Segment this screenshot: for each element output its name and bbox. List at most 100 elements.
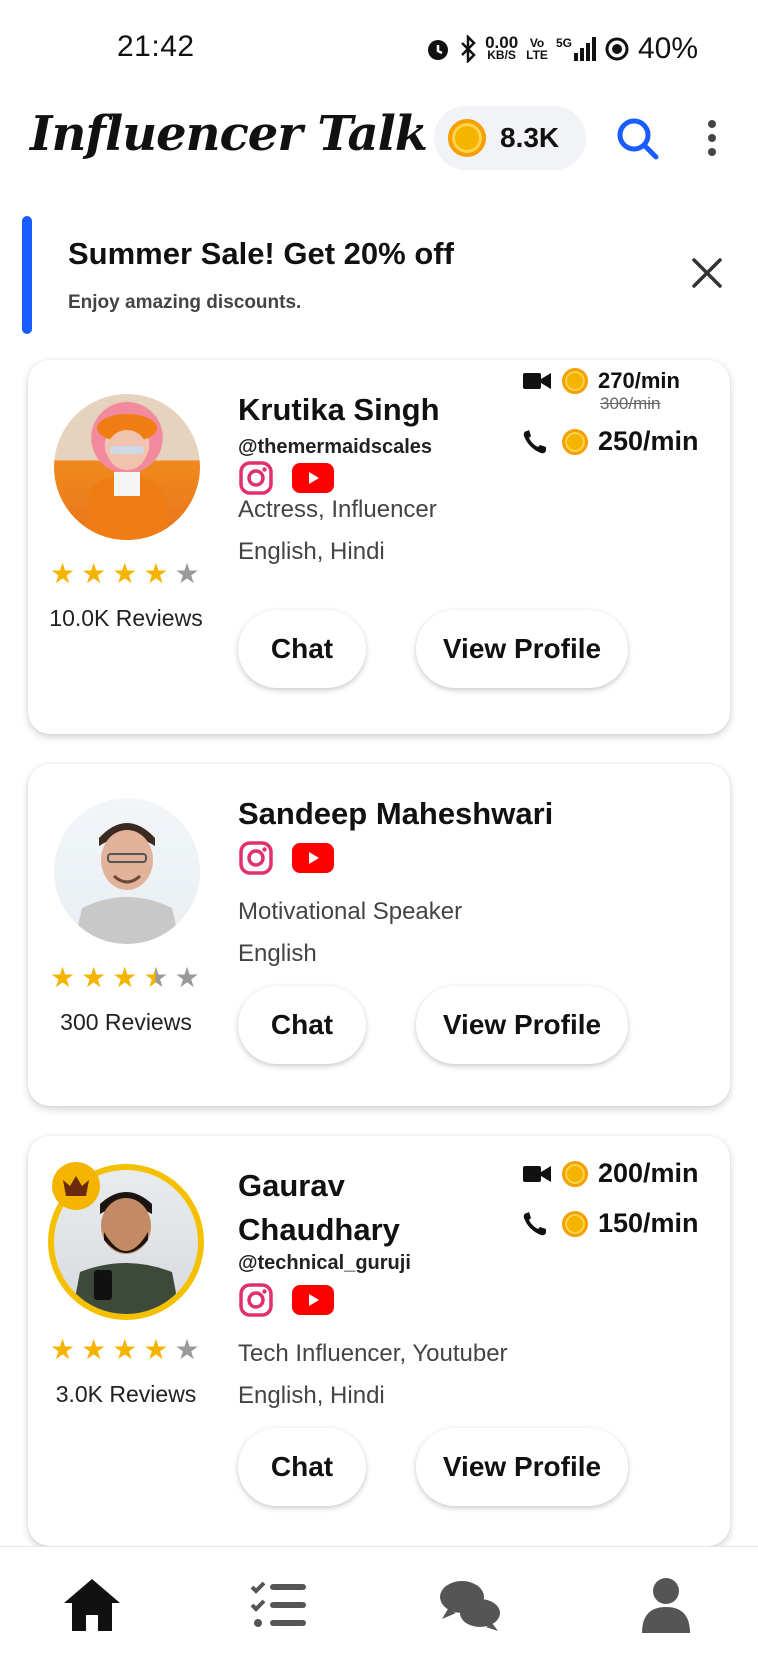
video-rate-old: 300/min [600, 394, 661, 413]
chat-button[interactable]: Chat [238, 1428, 366, 1506]
video-camera-icon [523, 1165, 551, 1182]
battery-level: 40% [637, 32, 698, 65]
instagram-icon[interactable] [238, 460, 274, 496]
influencer-languages: English [238, 940, 317, 967]
volte-indicator: Vo LTE [526, 36, 548, 62]
influencer-handle: @themermaidscales [238, 436, 433, 458]
alarm-icon [428, 40, 449, 60]
coin-balance-value: 8.3K [500, 122, 560, 153]
view-profile-button[interactable]: View Profile [416, 610, 628, 688]
review-count: 3.0K Reviews [55, 1381, 197, 1407]
star-filled-icon: ★ [50, 962, 76, 993]
coin-icon [562, 1210, 588, 1237]
influencer-name-line1: Gaurav [238, 1168, 345, 1203]
star-filled-icon: ★ [112, 558, 138, 589]
bluetooth-icon [461, 35, 476, 63]
bottom-navigation [0, 1546, 758, 1666]
call-rate-value: 250/min [598, 426, 699, 456]
chat-button[interactable]: Chat [238, 610, 366, 688]
video-rate-value: 270/min [598, 368, 680, 393]
phone-icon [523, 1211, 546, 1235]
app-header: Influencer Talk 8.3K [0, 100, 758, 200]
influencer-languages: English, Hindi [238, 538, 385, 565]
star-empty-icon: ★ [174, 558, 200, 589]
social-links [238, 1282, 334, 1318]
influencer-name: Sandeep Maheshwari [238, 796, 554, 831]
youtube-icon[interactable] [292, 463, 334, 493]
avatar [54, 394, 200, 540]
promo-banner[interactable]: Summer Sale! Get 20% off Enjoy amazing d… [22, 216, 732, 334]
rating-stars: ★ ★ ★ ★ ★ [50, 1336, 200, 1364]
banner-title: Summer Sale! Get 20% off [68, 236, 454, 271]
chats-icon[interactable] [438, 1575, 502, 1635]
review-count: 300 Reviews [60, 1009, 192, 1035]
avatar [54, 798, 200, 944]
crown-badge [52, 1162, 100, 1210]
banner-subtitle: Enjoy amazing discounts. [68, 292, 302, 313]
coin-icon [562, 1160, 588, 1187]
coin-balance[interactable]: 8.3K [434, 106, 586, 170]
view-profile-button[interactable]: View Profile [416, 986, 628, 1064]
influencer-name: Krutika Singh [238, 392, 440, 427]
voice-call-rate: 150/min [522, 1208, 699, 1239]
video-camera-icon [523, 373, 551, 389]
influencer-name-line2: Chaudhary [238, 1212, 400, 1247]
tasks-icon[interactable] [248, 1575, 312, 1635]
chat-button[interactable]: Chat [238, 986, 366, 1064]
star-filled-icon: ★ [50, 1334, 76, 1365]
status-time: 21:42 [117, 30, 195, 63]
star-filled-icon: ★ [50, 558, 76, 589]
coin-icon [562, 428, 588, 455]
star-filled-icon: ★ [81, 1334, 107, 1365]
crown-icon [63, 1176, 89, 1196]
influencer-card[interactable]: ★ ★ ★ ★ ★ 3.0K Reviews Gaurav Chaudhary … [28, 1136, 730, 1546]
net-speed: 0.00 KB/S [485, 33, 519, 62]
video-call-rate: 200/min [522, 1158, 699, 1189]
review-count: 10.0K Reviews [49, 605, 203, 631]
star-half-icon: ★ [143, 962, 169, 993]
avatar-illustration [74, 823, 180, 944]
rating-stars: ★ ★ ★ ★ ★ [50, 964, 200, 992]
star-filled-icon: ★ [143, 558, 169, 589]
star-empty-icon: ★ [174, 1334, 200, 1365]
influencer-card[interactable]: ★ ★ ★ ★ ★ 10.0K Reviews Krutika Singh @t… [28, 360, 730, 734]
star-filled-icon: ★ [143, 1334, 169, 1365]
instagram-icon[interactable] [238, 840, 274, 876]
rating-stars: ★ ★ ★ ★ ★ [50, 560, 200, 588]
youtube-icon[interactable] [292, 843, 334, 873]
home-icon[interactable] [60, 1575, 124, 1635]
voice-call-rate: 250/min [522, 426, 699, 457]
status-icons: 0.00 KB/S Vo LTE 5G 40% [425, 32, 698, 66]
influencer-card[interactable]: ★ ★ ★ ★ ★ 300 Reviews Sandeep Maheshwari… [28, 764, 730, 1106]
influencer-handle: @technical_guruji [238, 1252, 411, 1274]
video-call-rate: 270/min [522, 368, 680, 394]
instagram-icon[interactable] [238, 1282, 274, 1318]
influencer-categories: Actress, Influencer [238, 496, 437, 523]
star-filled-icon: ★ [112, 962, 138, 993]
signal-indicator: 5G [556, 37, 596, 61]
close-icon[interactable] [690, 256, 724, 290]
star-filled-icon: ★ [81, 962, 107, 993]
view-profile-button[interactable]: View Profile [416, 1428, 628, 1506]
video-rate-value: 200/min [598, 1158, 699, 1188]
star-filled-icon: ★ [112, 1334, 138, 1365]
status-bar: 21:42 0.00 KB/S Vo LTE 5G 40% [0, 0, 758, 100]
influencer-languages: English, Hindi [238, 1382, 385, 1409]
call-rate-value: 150/min [598, 1208, 699, 1238]
star-empty-icon: ★ [174, 962, 200, 993]
banner-accent-bar [22, 216, 32, 334]
avatar-illustration [84, 414, 170, 540]
battery-ring-icon [605, 37, 629, 61]
search-icon[interactable] [615, 116, 659, 160]
coin-icon [562, 368, 588, 394]
phone-icon [523, 429, 546, 453]
influencer-categories: Motivational Speaker [238, 898, 463, 925]
influencer-name: Gaurav Chaudhary [238, 1164, 400, 1252]
influencer-categories: Tech Influencer, Youtuber [238, 1340, 508, 1367]
star-filled-icon: ★ [81, 558, 107, 589]
profile-icon[interactable] [634, 1575, 698, 1635]
signal-bars-icon [573, 37, 596, 61]
youtube-icon[interactable] [292, 1285, 334, 1315]
more-options-icon[interactable] [700, 116, 724, 160]
app-title: Influencer Talk [30, 106, 428, 162]
